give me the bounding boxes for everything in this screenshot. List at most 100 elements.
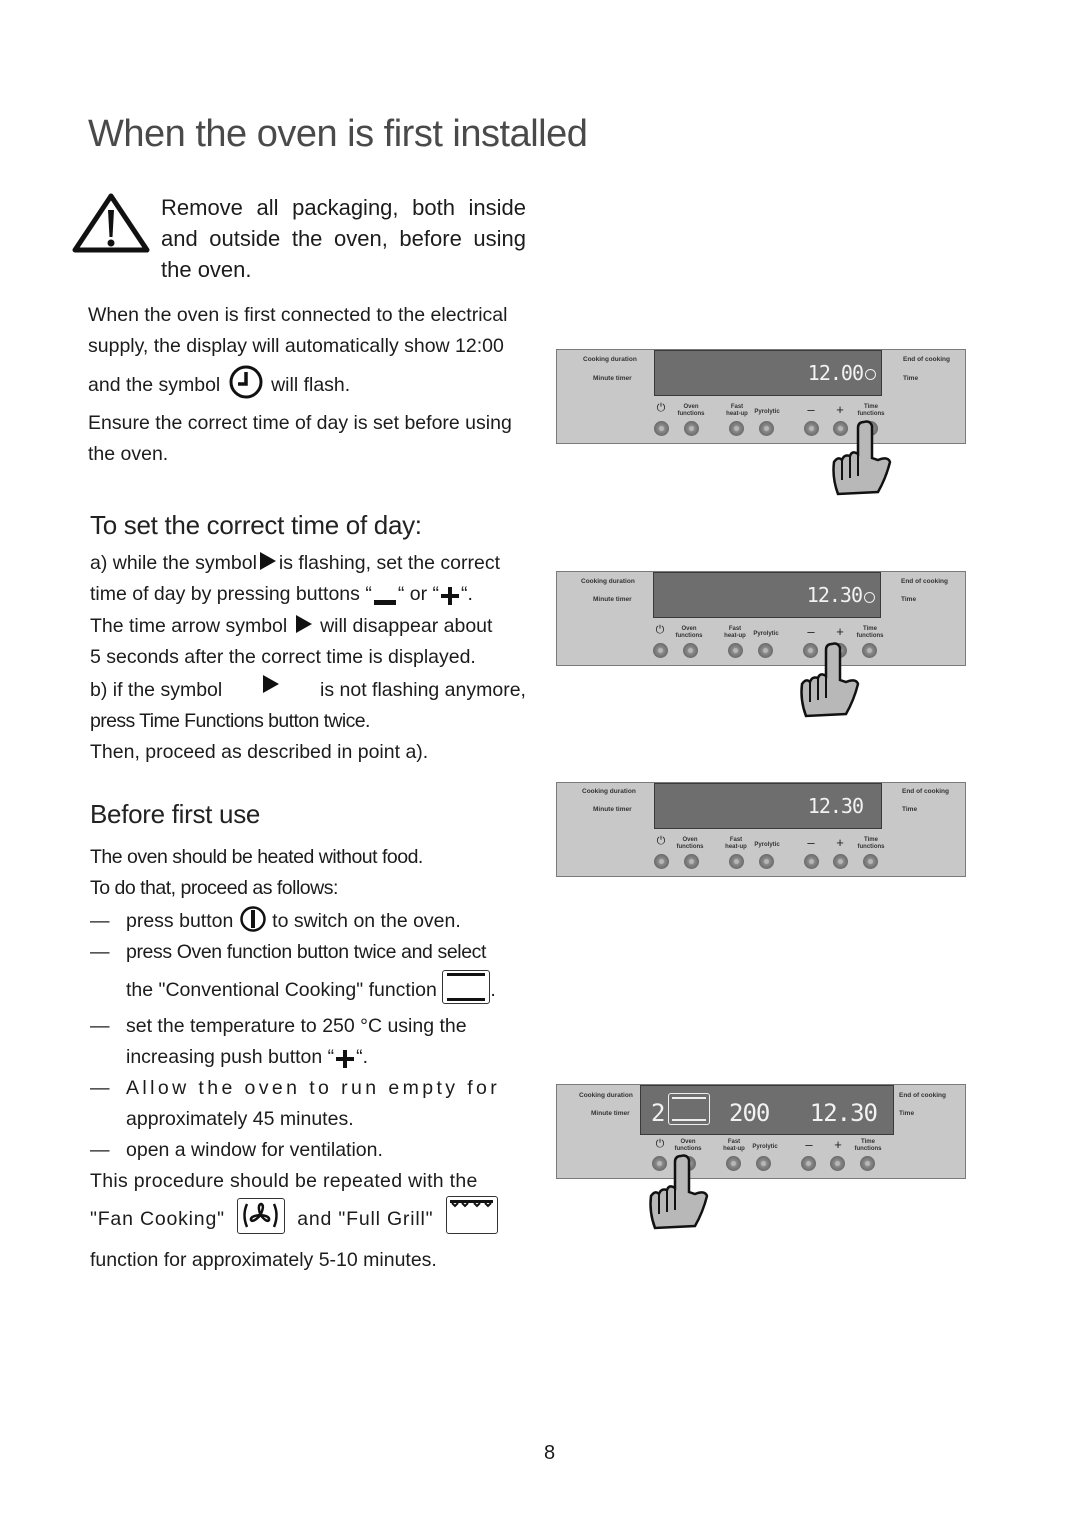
warning-triangle-icon	[72, 193, 150, 253]
s3-post: “.	[356, 1046, 369, 1068]
s2-line2: the "Conventional Cooking" function	[126, 979, 437, 1001]
step-5: open a window for ventilation.	[126, 1139, 383, 1161]
minute-timer-label: Minute timer	[593, 806, 632, 813]
oven-functions-button[interactable]	[684, 854, 699, 869]
repeat-line-1: This procedure should be repeated with t…	[90, 1170, 478, 1192]
conventional-cooking-display-icon	[668, 1093, 710, 1125]
conventional-cooking-icon	[442, 969, 491, 1004]
plus-icon	[336, 1050, 355, 1068]
fast-heat-up-button[interactable]	[729, 854, 744, 869]
step-3-line-2: increasing push button “ “.	[126, 1042, 368, 1073]
a1-pre: a) while the symbol	[90, 552, 257, 574]
first-use-p1: The oven should be heated without food.	[90, 846, 423, 868]
minus-button[interactable]	[804, 854, 819, 869]
fast-heat-up-label: Fast heat-up	[725, 837, 747, 850]
pointing-hand-icon	[800, 642, 860, 718]
oven-functions-button[interactable]	[683, 643, 698, 658]
set-time-a3: The time arrow symbol will disappear abo…	[90, 611, 492, 642]
fast-heat-up-button[interactable]	[729, 421, 744, 436]
oven-functions-label: Oven functions	[676, 837, 704, 850]
s1-pre: press button	[126, 910, 234, 932]
intro-line-5: the oven.	[88, 443, 169, 465]
pyrolytic-button[interactable]	[759, 421, 774, 436]
s2-end: .	[490, 979, 496, 1001]
repeat-line-3: function for approximately 5-10 minutes.	[90, 1249, 437, 1271]
display-time: 12.00	[807, 361, 864, 385]
control-panel-2: Cooking duration Minute timer End of coo…	[556, 571, 966, 666]
plus-button[interactable]	[830, 1156, 845, 1171]
dash: —	[90, 941, 110, 963]
time-functions-label: Time functions	[857, 837, 885, 850]
page-title: When the oven is first installed	[88, 113, 588, 155]
b1-pre: b) if the symbol	[90, 679, 223, 701]
pyrolytic-label: Pyrolytic	[752, 1144, 778, 1150]
first-use-heading: Before first use	[90, 799, 261, 829]
pyrolytic-label: Pyrolytic	[754, 409, 780, 415]
control-panel-3: Cooking duration Minute timer End of coo…	[556, 782, 966, 877]
step-2-line-1: press Oven function button twice and sel…	[126, 941, 487, 963]
set-time-b1: b) if the symbol is not flashing anymore,	[90, 675, 526, 706]
dash: —	[90, 1077, 110, 1099]
time-label: Time	[903, 375, 919, 382]
warning-text: Remove all packaging, both inside and ou…	[161, 195, 526, 282]
a2-pre: time of day by pressing buttons “	[90, 583, 372, 605]
end-of-cooking-label: End of cooking	[902, 788, 949, 795]
step-3-line-1: set the temperature to 250 °C using the	[126, 1015, 467, 1037]
oven-functions-label: Oven functions	[677, 404, 705, 417]
minute-timer-label: Minute timer	[593, 375, 632, 382]
display-function-number: 2	[651, 1099, 665, 1127]
display-time: 12.30	[806, 583, 863, 607]
pyrolytic-label: Pyrolytic	[753, 631, 779, 637]
display: 12.30	[654, 783, 882, 829]
time-functions-button[interactable]	[863, 854, 878, 869]
time-arrow-icon	[263, 675, 280, 693]
set-time-a2: time of day by pressing buttons “ “ or “ “…	[90, 579, 473, 610]
pyrolytic-button[interactable]	[756, 1156, 771, 1171]
time-arrow-icon	[259, 552, 276, 570]
oven-functions-button[interactable]	[684, 421, 699, 436]
fan-cooking-label: "Fan Cooking"	[90, 1208, 225, 1230]
first-use-p2: To do that, proceed as follows:	[90, 877, 338, 899]
minus-button[interactable]	[804, 421, 819, 436]
dash: —	[90, 910, 110, 932]
power-button[interactable]	[654, 421, 669, 436]
plus-button[interactable]	[833, 854, 848, 869]
power-symbol: ⏻	[656, 835, 666, 847]
display: 12.00	[654, 350, 882, 396]
oven-functions-label: Oven functions	[674, 1139, 702, 1152]
power-button[interactable]	[654, 854, 669, 869]
cooking-duration-label: Cooking duration	[582, 788, 636, 795]
cooking-duration-label: Cooking duration	[581, 578, 635, 585]
power-button[interactable]	[653, 643, 668, 658]
minus-button[interactable]	[801, 1156, 816, 1171]
plus-symbol: +	[836, 624, 844, 639]
power-icon	[240, 906, 266, 933]
fast-heat-up-button[interactable]	[728, 643, 743, 658]
time-functions-button[interactable]	[860, 1156, 875, 1171]
fast-heat-up-label: Fast heat-up	[724, 626, 746, 639]
pyrolytic-button[interactable]	[759, 854, 774, 869]
repeat-line-2: "Fan Cooking" and "Full Grill"	[90, 1195, 498, 1235]
pyrolytic-button[interactable]	[758, 643, 773, 658]
fast-heat-up-label: Fast heat-up	[723, 1139, 745, 1152]
a2-post: “.	[460, 583, 473, 605]
fast-heat-up-label: Fast heat-up	[726, 404, 748, 417]
power-symbol: ⏻	[655, 1138, 665, 1150]
time-arrow-icon	[295, 615, 312, 633]
intro-line-3-post: will flash.	[271, 374, 351, 396]
end-of-cooking-label: End of cooking	[901, 578, 948, 585]
step-4-line-2: approximately 45 minutes.	[126, 1108, 354, 1130]
time-label: Time	[901, 596, 917, 603]
fast-heat-up-button[interactable]	[726, 1156, 741, 1171]
pointing-hand-icon	[649, 1154, 709, 1230]
a3-pre: The time arrow symbol	[90, 615, 288, 637]
fan-cooking-icon	[237, 1197, 286, 1234]
power-symbol: ⏻	[655, 624, 665, 636]
minute-timer-label: Minute timer	[593, 596, 632, 603]
plus-icon	[440, 587, 459, 605]
display-time: 12.30	[807, 794, 864, 818]
page-number: 8	[544, 1442, 556, 1464]
clock-icon	[229, 365, 263, 399]
step-1: press button to switch on the oven.	[126, 906, 461, 937]
set-time-a1: a) while the symbol is flashing, set the …	[90, 548, 500, 579]
